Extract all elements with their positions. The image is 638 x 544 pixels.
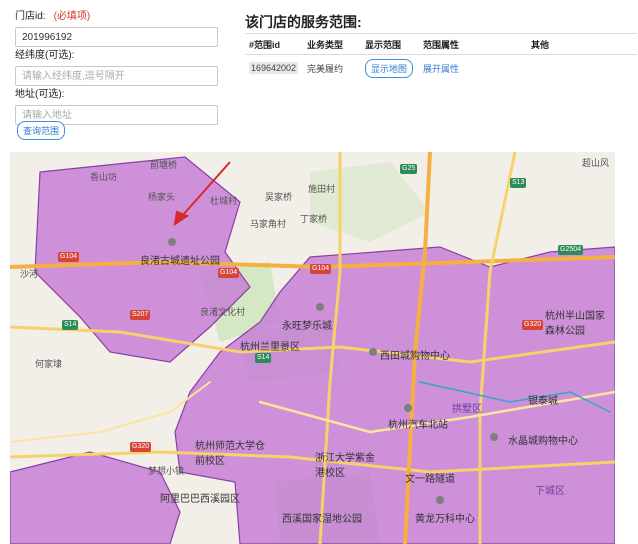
highway-shield: S13 xyxy=(510,178,527,188)
column-header-other: 其他 xyxy=(527,33,637,55)
mall-marker xyxy=(316,303,324,311)
map-label: 永旺梦乐城 xyxy=(282,321,332,332)
business-type-cell: 完美履约 xyxy=(307,63,344,74)
highway-shield: S207 xyxy=(130,310,151,320)
table-row: 169642002 完美履约 显示地图 展开属性 xyxy=(245,55,637,82)
column-header-show-range: 显示范围 xyxy=(361,33,419,55)
lnglat-label: 经纬度(可选): xyxy=(15,50,75,61)
highway-shield: G2504 xyxy=(558,245,584,255)
show-map-button[interactable]: 显示地图 xyxy=(365,58,414,78)
column-header-business-type: 业务类型 xyxy=(303,33,361,55)
station-marker xyxy=(404,404,412,412)
map-label: 水晶城购物中心 xyxy=(508,436,578,447)
map-label: 沙河 xyxy=(20,269,39,279)
highway-shield: G104 xyxy=(310,264,332,274)
lnglat-input[interactable] xyxy=(15,66,218,86)
map-label: 施田村 xyxy=(308,184,336,194)
map-label: 丁家桥 xyxy=(300,214,328,224)
expand-attributes-link[interactable]: 展开属性 xyxy=(423,64,459,74)
store-id-input[interactable] xyxy=(15,27,218,47)
park-marker xyxy=(168,238,176,246)
map-label: 西田城购物中心 xyxy=(380,351,450,362)
highway-shield: G320 xyxy=(522,320,544,330)
map-label: 文一路隧道 xyxy=(405,474,455,485)
column-header-id: #范围id xyxy=(245,33,303,55)
mall-marker xyxy=(490,433,498,441)
show-map-cell: 显示地图 xyxy=(361,55,419,82)
district-label: 下城区 xyxy=(535,486,565,497)
map-view[interactable]: 香山坊 前塘桥 杨家头 杜城村 良渚古城遗址公园 吴家桥 施田村 丁家桥 马家角… xyxy=(10,152,615,544)
map-label: 吴家桥 xyxy=(265,192,293,202)
highway-shield: G320 xyxy=(130,442,152,452)
service-area-title: 该门店的服务范围: xyxy=(245,14,362,30)
map-label: 超山风 xyxy=(582,158,610,168)
expand-attributes-cell: 展开属性 xyxy=(419,55,527,82)
map-label: 杭州兰里景区 xyxy=(240,342,300,353)
highway-shield: G104 xyxy=(58,252,80,262)
map-label: 梦想小镇 xyxy=(148,466,185,476)
map-label: 银泰城 xyxy=(528,396,558,407)
store-id-label: 门店id: xyxy=(15,11,46,22)
other-cell xyxy=(527,55,637,82)
map-label: 杨家头 xyxy=(148,192,176,202)
map-label: 马家角村 xyxy=(250,219,287,229)
map-label: 良渚文化村 xyxy=(200,307,246,317)
map-label: 西溪国家湿地公园 xyxy=(282,514,362,525)
highway-shield: S14 xyxy=(255,353,272,363)
map-label: 前塘桥 xyxy=(150,160,178,170)
map-label: 杭州半山国家森林公园 xyxy=(545,311,605,337)
map-label: 浙江大学紫金港校区 xyxy=(315,453,375,479)
district-label: 拱墅区 xyxy=(452,404,482,415)
map-label: 香山坊 xyxy=(90,172,118,182)
office-marker xyxy=(436,496,444,504)
map-label: 黄龙万科中心 xyxy=(415,514,475,525)
map-label: 杭州汽车北站 xyxy=(388,420,448,431)
map-label: 杜城村 xyxy=(210,196,238,206)
query-button[interactable]: 查询范围 xyxy=(17,121,66,140)
highway-shield: G104 xyxy=(218,268,240,278)
range-id: 169642002 xyxy=(249,62,299,74)
required-hint: (必填项) xyxy=(53,11,91,22)
map-canvas xyxy=(10,152,615,544)
highway-shield: G25 xyxy=(400,164,418,174)
map-label: 何家埭 xyxy=(35,359,63,369)
query-form: 门店id: (必填项) 经纬度(可选): 地址(可选): xyxy=(15,10,220,127)
map-label: 阿里巴巴西溪园区 xyxy=(160,494,240,505)
column-header-range-attributes: 范围属性 xyxy=(419,33,527,55)
service-area-table: #范围id 业务类型 显示范围 范围属性 其他 169642002 完美履约 显… xyxy=(245,33,637,81)
range-id-cell: 169642002 xyxy=(245,55,303,82)
map-label: 良渚古城遗址公园 xyxy=(140,256,220,267)
table-header-row: #范围id 业务类型 显示范围 范围属性 其他 xyxy=(245,33,637,55)
map-label: 杭州师范大学仓前校区 xyxy=(195,441,265,467)
highway-shield: S14 xyxy=(62,320,79,330)
address-label: 地址(可选): xyxy=(15,89,65,100)
store-id-label-row: 门店id: (必填项) xyxy=(15,10,220,24)
mall-marker xyxy=(369,348,377,356)
